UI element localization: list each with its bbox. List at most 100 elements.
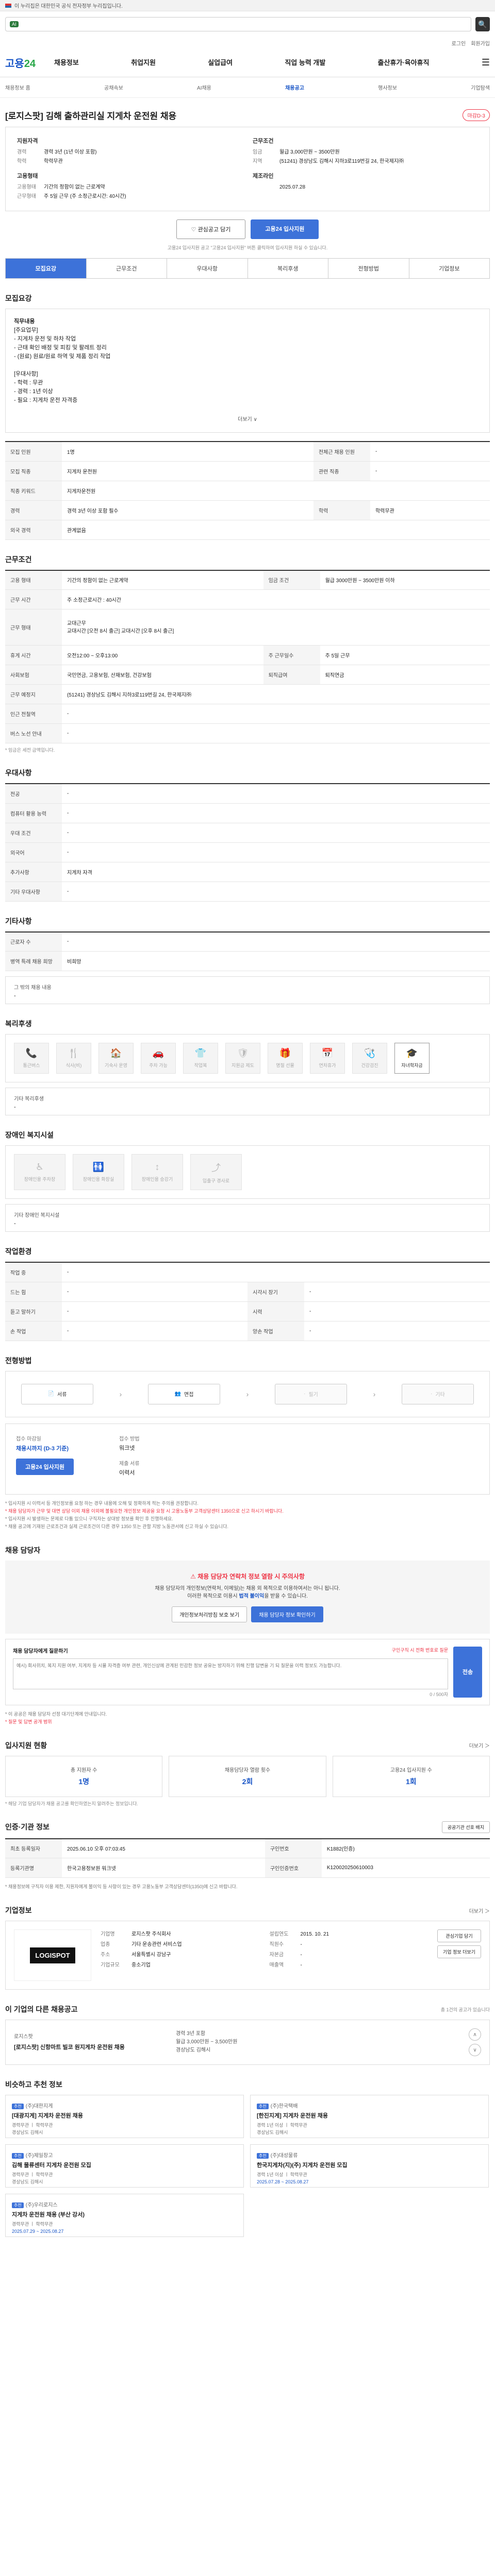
table-cell: -: [62, 723, 490, 743]
tab-process[interactable]: 전형방법: [328, 259, 409, 278]
search-input[interactable]: AI: [5, 17, 471, 31]
view-contact-button[interactable]: 채용 담당자 정보 확인하기: [251, 1606, 323, 1622]
subnav-home[interactable]: 채용정보 홈: [5, 83, 30, 91]
table-header: 기타 우대사항: [5, 882, 62, 902]
rec-meta: 경력 1년 이상 ㅣ 학력무관 경상남도 김해시: [257, 2122, 482, 2136]
detail-tabs: 모집요강 근무조건 우대사항 복리후생 전형방법 기업정보: [5, 258, 490, 279]
meta-line: 2025.07.29 ~ 2025.08.27: [12, 2229, 64, 2234]
recommend-card[interactable]: 추천 (주)우리로지스 지게차 운전원 채용 (부산 강서) 경력무관 ㅣ 학력무…: [5, 2194, 244, 2237]
table-header: 고용 형태: [5, 570, 62, 590]
disability-label: 장애인용 승강기: [141, 1177, 173, 1182]
kv-key: 주소: [101, 1952, 110, 1958]
table-row: 버스 노선 안내 -: [5, 723, 490, 743]
subnav-news[interactable]: 공채속보: [104, 83, 123, 91]
follow-company-button[interactable]: 관심기업 담기: [437, 1929, 481, 1942]
other-job-card[interactable]: 로지스팟 [로지스팟] 신항마트 빌코 원지게차 운전원 채용 경력 3년 포함…: [5, 2020, 490, 2065]
rec-tag: 추천: [12, 2202, 24, 2208]
signup-link[interactable]: 회원가입: [471, 39, 490, 47]
welfare-etc-value: -: [14, 1104, 16, 1110]
summary-col-right: 근무조건 임금 월급 3,000만원 ~ 3500만원 지역 (51241) 경상남…: [253, 137, 478, 201]
apply-right: 접수 방법 워크넷 제출 서류 이력서: [119, 1434, 140, 1484]
company-more-link[interactable]: 더보기 ＞: [469, 1907, 490, 1914]
table-cell: 지게차 운전원: [62, 461, 314, 481]
graduation-cap-icon: 🎓: [406, 1048, 418, 1058]
bullet-line: * 질문 및 답변 공개 범위: [5, 1719, 52, 1724]
kv-value: 월급 3,000만원 ~ 3500만원: [279, 149, 340, 155]
apply-docs-value: 이력서: [119, 1469, 135, 1476]
deadline-label: 접수 마감일: [16, 1436, 41, 1442]
summary-head-biz: 제조라인: [253, 173, 274, 179]
kv-key: 설립연도: [269, 1931, 289, 1937]
restroom-icon: 🚻: [92, 1162, 105, 1172]
rec-title: [한진지게] 지게차 운전원 채용: [257, 2113, 328, 2119]
table-cell: 1명: [62, 442, 314, 462]
disability-label: 장애인용 주차장: [24, 1177, 56, 1182]
search-button[interactable]: 🔍: [475, 17, 490, 31]
reg-badge-button[interactable]: 공공기관 선호 배지: [441, 1821, 490, 1833]
contact-banner: ⚠ 채용 담당자 연락처 정보 열람 시 주의사항 채용 담당자의 개인정보(연…: [5, 1560, 490, 1634]
table-header: 모집 직종: [5, 461, 62, 481]
question-textarea[interactable]: [13, 1658, 448, 1689]
subnav-companies[interactable]: 기업탐색: [471, 83, 490, 91]
site-logo[interactable]: 고용24: [5, 55, 54, 70]
company-info-col: 기업명 로지스팟 주식회사 업종 기타 운송관련 서비스업 주소 서울특별시 강남구 …: [101, 1929, 259, 1981]
chevron-down-icon[interactable]: ∨: [469, 2044, 481, 2056]
recommend-card[interactable]: 추천 (주)대성물류 한국지게차(지)(주) 지게차 운전원 모집 경력 1년 이…: [250, 2144, 489, 2188]
table-header: 외국 경력: [5, 520, 62, 540]
welfare-item: 📞 통근버스: [14, 1043, 49, 1074]
gnb-item-jobs[interactable]: 채용정보: [54, 57, 79, 68]
process-step-etc: · 기타: [401, 1383, 474, 1404]
kv-key: 학력: [17, 159, 27, 164]
disability-label: 입출구 경사로: [202, 1178, 230, 1183]
privacy-policy-button[interactable]: 개인정보처리방침 보호 보기: [172, 1606, 248, 1622]
login-link[interactable]: 로그인: [452, 39, 466, 47]
welfare-label: 작업복: [194, 1063, 207, 1068]
company-detail-button[interactable]: 기업 정보 더보기: [437, 1945, 481, 1958]
tab-recruit[interactable]: 모집요강: [6, 259, 87, 278]
table-row: 듣고 말하기 - 시력 -: [5, 1301, 490, 1321]
other-misc-box: 그 밖의 채용 내용 -: [5, 976, 490, 1004]
table-header: 근무 시간: [5, 589, 62, 609]
apply-button[interactable]: 고용24 입사지원: [251, 219, 319, 239]
question-send-button[interactable]: 전송: [453, 1646, 482, 1698]
table-cell: -: [62, 1262, 490, 1282]
table-row: 작업 중-: [5, 1262, 490, 1282]
gnb-item-employment-support[interactable]: 취업지원: [131, 57, 156, 68]
status-more-link[interactable]: 더보기 ＞: [469, 1741, 490, 1749]
recommend-card[interactable]: 추천 (주)대한지게 [대광지게] 지게차 운전원 채용 경력무관 ㅣ 학력무관 경…: [5, 2095, 244, 2138]
chevron-up-icon[interactable]: ∧: [469, 2028, 481, 2041]
company-logo-text: LOGISPOT: [30, 1947, 75, 1963]
subnav-postings[interactable]: 채용공고: [285, 83, 304, 91]
recommend-card[interactable]: 추천 (주)제일창고 김해 물류센터 지게차 운전원 모집 경력무관 ㅣ 학력무관…: [5, 2144, 244, 2188]
welfare-label: 자녀학자금: [401, 1063, 423, 1068]
tab-welfare[interactable]: 복리후생: [248, 259, 328, 278]
tab-preference[interactable]: 우대사항: [167, 259, 248, 278]
scrap-button[interactable]: ♡ 관심공고 담기: [176, 219, 246, 239]
bullet-line: * 채용 공고에 기재된 근로조건과 실제 근로조건이 다른 경우 1350 또…: [5, 1523, 228, 1529]
gnb-item-training[interactable]: 직업 능력 개발: [285, 57, 325, 68]
subnav-ai[interactable]: AI채용: [197, 83, 211, 91]
apply-button-2[interactable]: 고용24 입사지원: [16, 1458, 74, 1475]
subnav-events[interactable]: 행사정보: [378, 83, 397, 91]
table-row: 근로자 수-: [5, 931, 490, 952]
tab-conditions[interactable]: 근무조건: [87, 259, 167, 278]
tab-company[interactable]: 기업정보: [409, 259, 490, 278]
contact-warning-text: 채용 담당자 연락처 정보 열람 시 주의사항: [197, 1572, 305, 1580]
table-row: 드는 힘 - 시각시 장기 -: [5, 1282, 490, 1302]
table-header: 인근 전철역: [5, 704, 62, 724]
table-cell: -: [370, 442, 490, 462]
apply-bullets: * 입사지원 시 이력서 등 개인정보를 요청 하는 경우 내용에 오해 및 정…: [5, 1500, 490, 1531]
process-label: 서류: [57, 1392, 67, 1398]
bullet-line: * 채용정보에 구직자 이용 제한, 지원자에게 불이익 등 사항이 있는 경우…: [5, 1884, 238, 1889]
disability-item: 🚻 장애인용 화장실: [73, 1154, 124, 1190]
stat-card: 고용24 입사지원 수 1회: [332, 1755, 490, 1797]
job-title: [로지스팟] 김해 출하관리실 지게차 운전원 채용: [5, 111, 177, 121]
gnb-item-leave[interactable]: 출산휴가·육아휴직: [378, 57, 430, 68]
table-row: 전공 -: [5, 784, 490, 804]
duty-more-button[interactable]: 더보기 ∨: [14, 415, 481, 424]
welfare-etc-box: 기타 복리후생 -: [5, 1088, 490, 1115]
table-row: 모집 직종 지게차 운전원 관련 직종 -: [5, 461, 490, 481]
menu-icon[interactable]: ☰: [482, 57, 490, 68]
recommend-card[interactable]: 추천 (주)한국택배 [한진지게] 지게차 운전원 채용 경력 1년 이상 ㅣ 학…: [250, 2095, 489, 2138]
gnb-item-unemployment[interactable]: 실업급여: [208, 57, 233, 68]
